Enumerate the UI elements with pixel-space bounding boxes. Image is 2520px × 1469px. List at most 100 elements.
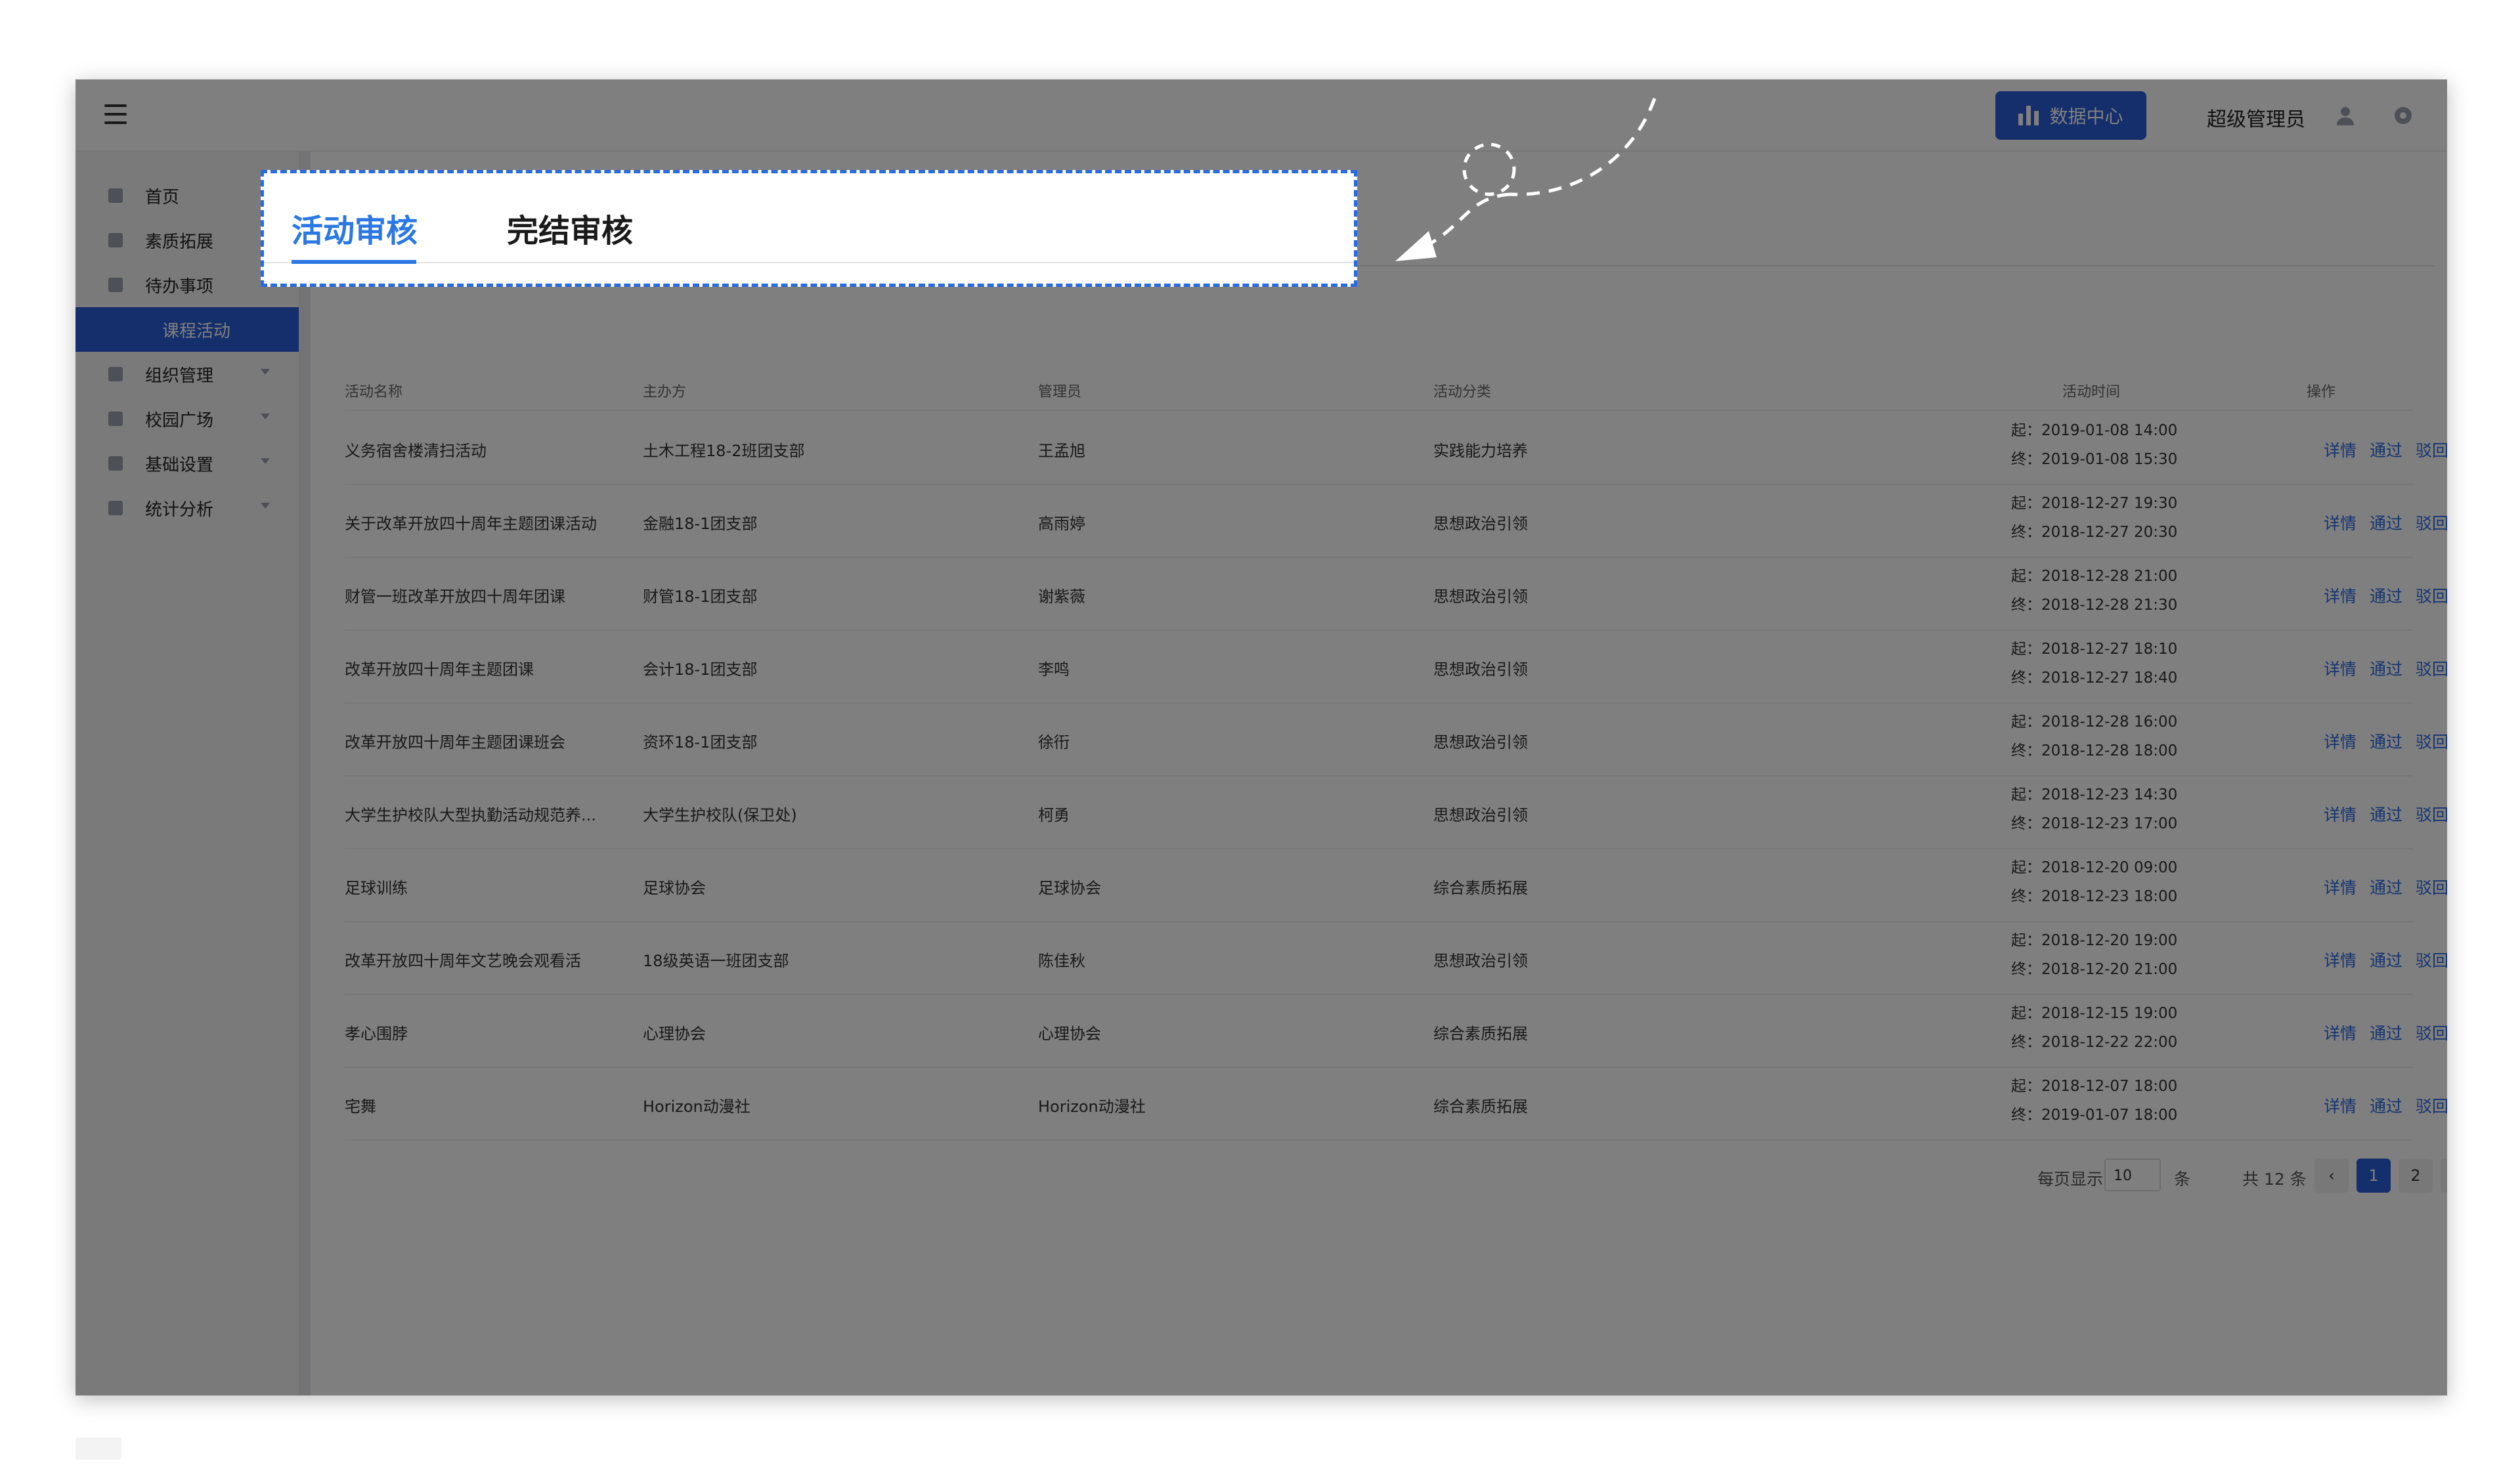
activity-admin: 柯勇 xyxy=(1038,805,1070,824)
sidebar-item-org[interactable]: 组织管理 xyxy=(76,352,299,396)
activity-end-time: 终：2019-01-07 18:00 xyxy=(2011,1107,2178,1124)
activity-host: Horizon动漫社 xyxy=(643,1097,750,1116)
activity-admin: 王孟旭 xyxy=(1038,441,1085,460)
tab-activity-review[interactable]: 活动审核 xyxy=(292,205,418,251)
column-header-host: 主办方 xyxy=(643,384,687,400)
reject-link[interactable]: 驳回 xyxy=(2416,878,2447,897)
sidebar-item-label: 首页 xyxy=(145,187,180,207)
activity-category: 思想政治引领 xyxy=(1433,733,1528,752)
chevron-down-icon xyxy=(261,369,270,375)
chevron-down-icon xyxy=(261,503,270,509)
chevron-down-icon xyxy=(261,458,270,464)
chevron-down-icon xyxy=(261,414,270,419)
reject-link[interactable]: 驳回 xyxy=(2416,441,2447,460)
sidebar-item-plaza[interactable]: 校园广场 xyxy=(76,396,299,441)
sidebar-item-label: 基础设置 xyxy=(145,455,214,475)
reject-link[interactable]: 驳回 xyxy=(2416,951,2447,970)
row-divider xyxy=(345,557,2413,558)
activity-start-time: 起：2018-12-28 16:00 xyxy=(2011,713,2178,731)
activity-admin: 心理协会 xyxy=(1038,1024,1101,1043)
data-center-button[interactable]: 数据中心 xyxy=(1995,91,2146,140)
person-icon xyxy=(108,367,123,381)
approve-link[interactable]: 通过 xyxy=(2370,733,2402,752)
activity-host: 大学生护校队(保卫处) xyxy=(643,805,797,824)
page-button-2[interactable]: 2 xyxy=(2399,1159,2433,1193)
sidebar-item-label: 统计分析 xyxy=(145,500,214,520)
detail-link[interactable]: 详情 xyxy=(2324,878,2357,897)
approve-link[interactable]: 通过 xyxy=(2370,951,2402,970)
activity-end-time: 终：2018-12-27 20:30 xyxy=(2011,524,2178,541)
tab-underline-track xyxy=(264,262,1354,263)
prev-page-button[interactable]: ‹ xyxy=(2314,1159,2349,1193)
activity-admin: 足球协会 xyxy=(1038,878,1101,897)
sidebar-item-stats[interactable]: 统计分析 xyxy=(76,486,299,530)
detail-link[interactable]: 详情 xyxy=(2324,1024,2357,1043)
row-actions: 详情 通过 驳回 xyxy=(2324,584,2447,607)
reject-link[interactable]: 驳回 xyxy=(2416,1097,2447,1116)
column-header-time: 活动时间 xyxy=(2062,384,2121,400)
approve-link[interactable]: 通过 xyxy=(2370,1024,2402,1043)
activity-start-time: 起：2018-12-27 19:30 xyxy=(2011,495,2178,512)
monitor-icon xyxy=(108,456,123,471)
approve-link[interactable]: 通过 xyxy=(2370,878,2402,897)
activity-start-time: 起：2018-12-28 21:00 xyxy=(2011,568,2178,585)
activity-host: 资环18-1团支部 xyxy=(643,733,758,752)
approve-link[interactable]: 通过 xyxy=(2370,514,2402,533)
activity-category: 综合素质拓展 xyxy=(1433,1097,1528,1116)
main-content: 活动名称 主办方 管理员 活动分类 活动时间 操作 义务宿舍楼清扫活动 土木工程1… xyxy=(311,152,2447,1395)
detail-link[interactable]: 详情 xyxy=(2324,514,2357,533)
activity-name: 改革开放四十周年文艺晚会观看活 xyxy=(345,951,581,970)
detail-link[interactable]: 详情 xyxy=(2324,587,2357,606)
top-bar: 数据中心 超级管理员 xyxy=(76,79,2447,152)
pagination: 每页显示 10 条 共 12 条 ‹ 1 2 › xyxy=(311,1156,2447,1195)
sidebar-item-settings[interactable]: 基础设置 xyxy=(76,441,299,486)
approve-link[interactable]: 通过 xyxy=(2370,1097,2402,1116)
data-center-label: 数据中心 xyxy=(2049,106,2123,127)
column-header-category: 活动分类 xyxy=(1433,384,1492,400)
page-size-input[interactable]: 10 xyxy=(2104,1159,2161,1191)
sidebar-subitem-course-activity[interactable]: 课程活动 xyxy=(76,307,299,352)
activity-end-time: 终：2018-12-22 22:00 xyxy=(2011,1034,2178,1051)
row-actions: 详情 通过 驳回 xyxy=(2324,511,2447,534)
sidebar-item-label: 校园广场 xyxy=(145,410,214,431)
reject-link[interactable]: 驳回 xyxy=(2416,660,2447,679)
row-divider xyxy=(345,702,2413,704)
column-header-actions: 操作 xyxy=(2307,384,2336,400)
sidebar-scrollbar[interactable] xyxy=(299,152,311,1395)
reject-link[interactable]: 驳回 xyxy=(2416,805,2447,824)
detail-link[interactable]: 详情 xyxy=(2324,441,2357,460)
detail-link[interactable]: 详情 xyxy=(2324,733,2357,752)
admin-name: 超级管理员 xyxy=(2207,108,2305,131)
activity-end-time: 终：2018-12-23 18:00 xyxy=(2011,888,2178,905)
reject-link[interactable]: 驳回 xyxy=(2416,1024,2447,1043)
reject-link[interactable]: 驳回 xyxy=(2416,587,2447,606)
building-icon xyxy=(108,412,123,426)
approve-link[interactable]: 通过 xyxy=(2370,660,2402,679)
activity-name: 义务宿舍楼清扫活动 xyxy=(345,441,487,460)
detail-link[interactable]: 详情 xyxy=(2324,660,2357,679)
detail-link[interactable]: 详情 xyxy=(2324,951,2357,970)
activity-start-time: 起：2018-12-20 09:00 xyxy=(2011,859,2178,876)
approve-link[interactable]: 通过 xyxy=(2370,441,2402,460)
approve-link[interactable]: 通过 xyxy=(2370,587,2402,606)
reject-link[interactable]: 驳回 xyxy=(2416,733,2447,752)
detail-link[interactable]: 详情 xyxy=(2324,1097,2357,1116)
sidebar-item-label: 待办事项 xyxy=(145,276,214,297)
approve-link[interactable]: 通过 xyxy=(2370,805,2402,824)
gear-icon[interactable] xyxy=(2392,104,2414,127)
inbox-icon xyxy=(108,278,123,292)
per-page-label: 每页显示 xyxy=(2037,1170,2104,1189)
detail-link[interactable]: 详情 xyxy=(2324,805,2357,824)
row-divider xyxy=(345,775,2413,777)
activity-host: 足球协会 xyxy=(643,878,706,897)
user-icon[interactable] xyxy=(2334,104,2357,127)
next-page-button[interactable]: › xyxy=(2441,1159,2447,1193)
activity-host: 18级英语一班团支部 xyxy=(643,951,789,970)
reject-link[interactable]: 驳回 xyxy=(2416,514,2447,533)
tab-completion-review[interactable]: 完结审核 xyxy=(507,205,633,251)
menu-icon[interactable] xyxy=(104,104,127,125)
page-button-1[interactable]: 1 xyxy=(2357,1159,2391,1193)
activity-name: 财管一班改革开放四十周年团课 xyxy=(345,587,565,606)
activity-category: 思想政治引领 xyxy=(1433,805,1528,824)
activity-category: 思想政治引领 xyxy=(1433,951,1528,970)
